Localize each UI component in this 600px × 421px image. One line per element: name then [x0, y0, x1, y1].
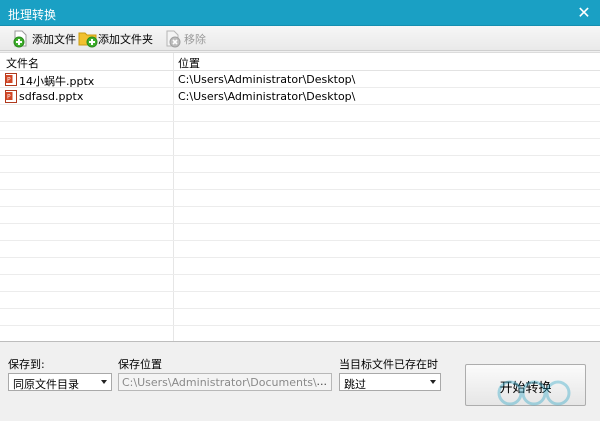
- empty-row: [0, 173, 600, 190]
- save-location-field[interactable]: C:\Users\Administrator\Documents\ ...: [118, 373, 332, 391]
- add-file-button[interactable]: 添加文件: [12, 29, 76, 49]
- save-location-value: C:\Users\Administrator\Documents\: [122, 376, 317, 389]
- empty-row: [0, 105, 600, 122]
- start-convert-label: 开始转换: [499, 381, 552, 396]
- empty-row: [0, 326, 600, 341]
- remove-label: 移除: [184, 33, 206, 46]
- file-list[interactable]: 文件名 位置 P 14小蜗牛.pptx C:\Users\Administrat…: [0, 52, 600, 342]
- empty-row: [0, 156, 600, 173]
- empty-row: [0, 309, 600, 326]
- chevron-down-icon: [430, 380, 436, 384]
- start-convert-button[interactable]: 开始转换: [465, 364, 586, 406]
- empty-row: [0, 275, 600, 292]
- table-row[interactable]: P 14小蜗牛.pptx C:\Users\Administrator\Desk…: [0, 71, 600, 88]
- svg-text:P: P: [7, 94, 11, 101]
- window-title: 批理转换: [8, 8, 57, 22]
- save-to-dropdown[interactable]: 同原文件目录: [8, 373, 112, 391]
- toolbar: 添加文件 添加文件夹 移除: [0, 26, 600, 51]
- file-location: C:\Users\Administrator\Desktop\: [178, 90, 356, 103]
- remove-icon: [164, 30, 182, 48]
- empty-row: [0, 139, 600, 156]
- add-folder-label: 添加文件夹: [98, 33, 153, 46]
- remove-button[interactable]: 移除: [164, 29, 206, 49]
- save-to-value: 同原文件目录: [13, 378, 79, 391]
- conflict-label: 当目标文件已存在时: [339, 358, 438, 371]
- empty-row: [0, 122, 600, 139]
- empty-row: [0, 190, 600, 207]
- file-location: C:\Users\Administrator\Desktop\: [178, 73, 356, 86]
- add-file-icon: [12, 30, 30, 48]
- save-to-label: 保存到:: [8, 358, 45, 371]
- pptx-file-icon: P: [5, 73, 17, 86]
- browse-button[interactable]: ...: [317, 375, 328, 388]
- empty-row: [0, 292, 600, 309]
- column-header-location[interactable]: 位置: [178, 55, 200, 71]
- svg-text:P: P: [7, 77, 11, 84]
- title-bar: 批理转换 ✕: [0, 0, 600, 26]
- column-header-filename[interactable]: 文件名: [6, 55, 39, 71]
- file-list-rows: P 14小蜗牛.pptx C:\Users\Administrator\Desk…: [0, 71, 600, 341]
- empty-row: [0, 207, 600, 224]
- pptx-file-icon: P: [5, 90, 17, 103]
- add-folder-icon: [78, 30, 98, 48]
- chevron-down-icon: [101, 380, 107, 384]
- empty-row: [0, 241, 600, 258]
- save-location-label: 保存位置: [118, 358, 162, 371]
- conflict-dropdown[interactable]: 跳过: [339, 373, 441, 391]
- add-file-label: 添加文件: [32, 33, 76, 46]
- conflict-value: 跳过: [344, 378, 366, 391]
- table-row[interactable]: P sdfasd.pptx C:\Users\Administrator\Des…: [0, 88, 600, 105]
- close-icon[interactable]: ✕: [574, 3, 594, 23]
- empty-row: [0, 258, 600, 275]
- empty-row: [0, 224, 600, 241]
- file-list-header: 文件名 位置: [0, 53, 600, 71]
- file-name: sdfasd.pptx: [19, 90, 84, 103]
- add-folder-button[interactable]: 添加文件夹: [78, 29, 153, 49]
- file-name: 14小蜗牛.pptx: [19, 75, 95, 88]
- output-options-panel: 保存到: 同原文件目录 保存位置 C:\Users\Administrator\…: [0, 343, 600, 421]
